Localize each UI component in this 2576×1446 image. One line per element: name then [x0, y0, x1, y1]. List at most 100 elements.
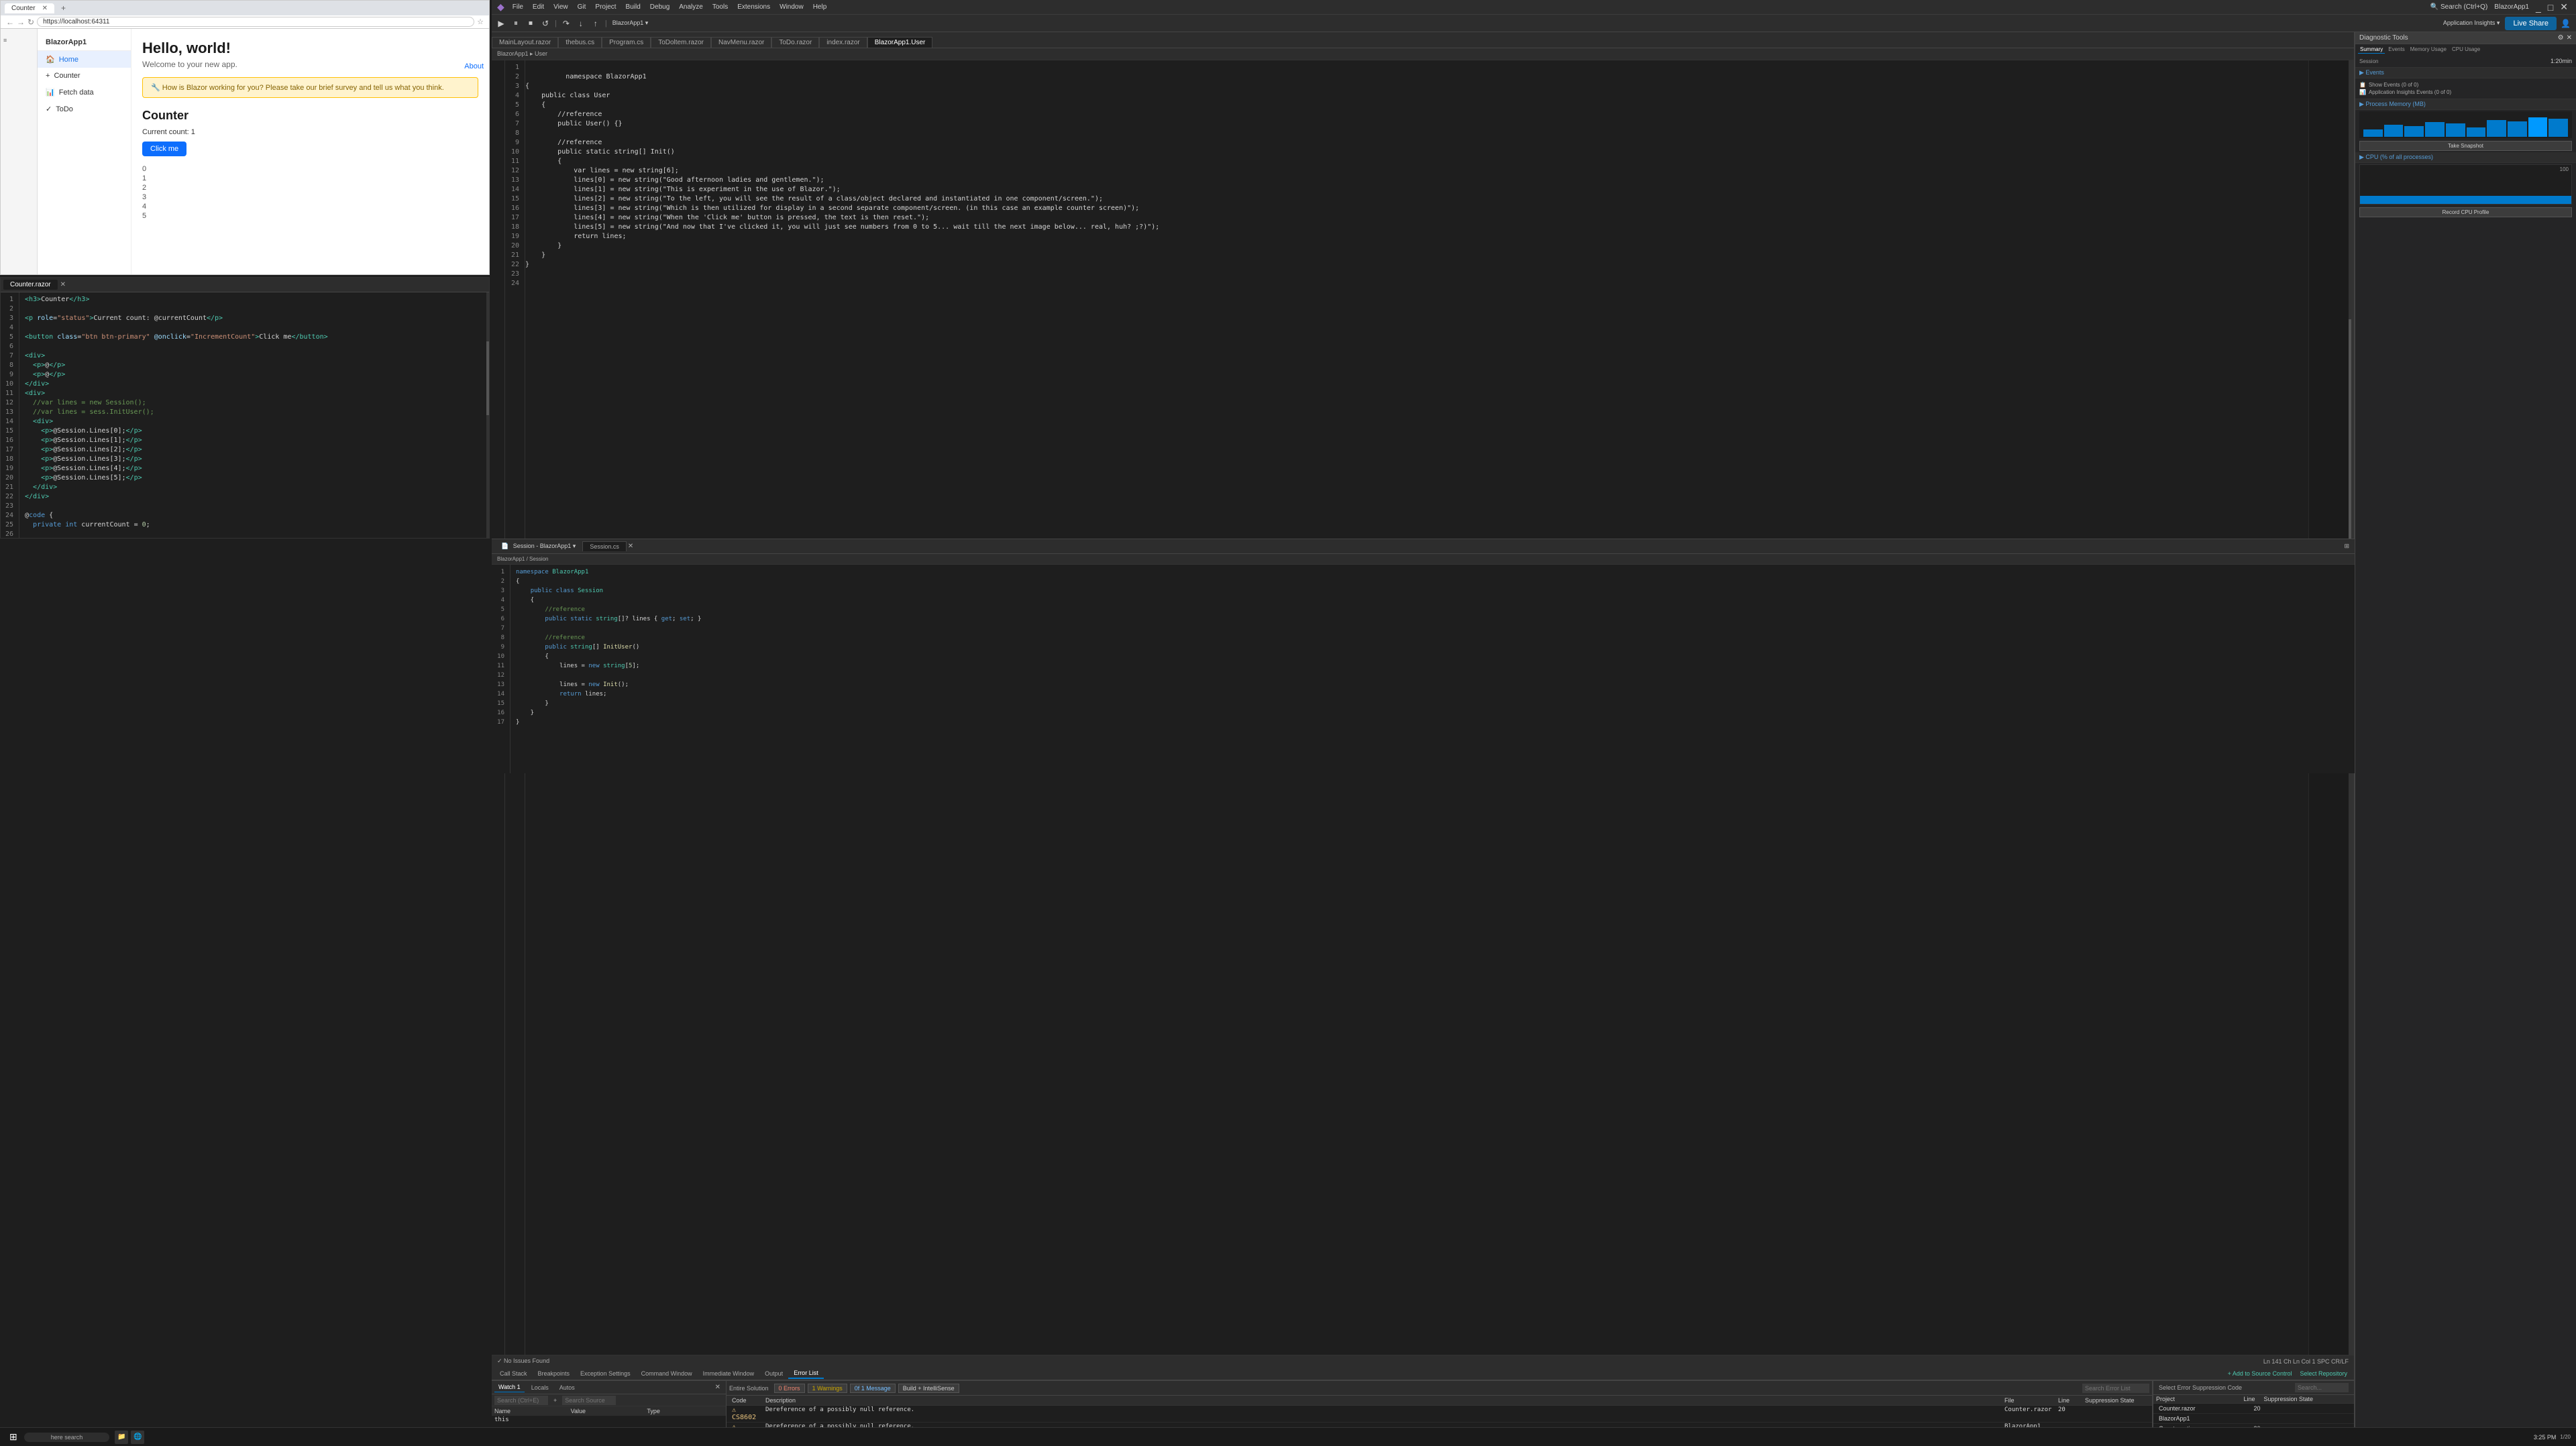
watch-tab-autos[interactable]: Autos	[555, 1383, 579, 1392]
back-btn[interactable]: ←	[6, 17, 14, 27]
summary-tab-memory[interactable]: Memory Usage	[2408, 46, 2449, 54]
menu-git[interactable]: Git	[574, 2, 590, 12]
toolbar-step-over[interactable]: ↷	[559, 17, 573, 30]
cpu-section[interactable]: ▶ CPU (% of all processes)	[2355, 152, 2576, 163]
tab-mainlayout[interactable]: MainLayout.razor	[492, 37, 558, 48]
tab-todoitem[interactable]: ToDoltem.razor	[651, 37, 711, 48]
nav-item-todo[interactable]: ✓ ToDo	[38, 101, 131, 117]
toolbar-stop[interactable]: ⏹	[524, 17, 537, 30]
user-icon[interactable]: 👤	[2558, 19, 2573, 28]
browser-tab[interactable]: Counter ✕	[5, 3, 54, 13]
add-source-control[interactable]: + Add to Source Control	[2224, 1370, 2296, 1377]
toolbar-debug-start[interactable]: ▶	[494, 17, 508, 30]
err-right-row-1[interactable]: Counter.razor 20	[2153, 1404, 2354, 1414]
process-selector[interactable]: BlazorApp1 ▾	[610, 19, 651, 27]
tab-thebus[interactable]: thebus.cs	[558, 37, 602, 48]
menu-extensions[interactable]: Extensions	[733, 2, 774, 12]
new-tab-btn[interactable]: +	[57, 2, 70, 14]
toolbar-step-into[interactable]: ↓	[574, 17, 588, 30]
click-me-button[interactable]: Click me	[142, 142, 186, 156]
memory-section[interactable]: ▶ Process Memory (MB)	[2355, 99, 2576, 110]
menu-debug[interactable]: Debug	[646, 2, 674, 12]
errors-btn[interactable]: 0 Errors	[774, 1384, 805, 1393]
gutter-line[interactable]	[492, 91, 504, 101]
err-right-row-2[interactable]: BlazorApp1	[2153, 1414, 2354, 1424]
close-btn[interactable]: ✕	[2557, 1, 2571, 13]
tab-navmenu[interactable]: NavMenu.razor	[711, 37, 771, 48]
summary-tab-events[interactable]: Events	[2386, 46, 2406, 54]
toolbar-step-out[interactable]: ↑	[589, 17, 602, 30]
application-insights[interactable]: Application Insights ▾	[2439, 19, 2504, 27]
search-taskbar[interactable]: here search	[24, 1433, 110, 1442]
summary-tab-cpu[interactable]: CPU Usage	[2450, 46, 2482, 54]
watch-add[interactable]: +	[551, 1397, 559, 1404]
menu-analyze[interactable]: Analyze	[675, 2, 707, 12]
close-tab-btn[interactable]: ✕	[60, 281, 66, 288]
session-tab-close[interactable]: ✕	[628, 543, 633, 550]
error-row-1[interactable]: ⚠ CS8602 Dereference of a possibly null …	[727, 1406, 2152, 1423]
diag-settings-icon[interactable]: ⚙	[2558, 34, 2564, 42]
tab-callstack[interactable]: Call Stack	[494, 1369, 533, 1378]
messages-btn[interactable]: 0f 1 Message	[850, 1384, 896, 1393]
error-search[interactable]	[2082, 1384, 2149, 1393]
select-repository[interactable]: Select Repository	[2296, 1370, 2351, 1377]
scroll-indicator[interactable]	[486, 292, 489, 538]
watch-tab-locals[interactable]: Locals	[527, 1383, 553, 1392]
menu-window[interactable]: Window	[775, 2, 808, 12]
record-cpu-btn[interactable]: Record CPU Profile	[2359, 207, 2572, 217]
code-text[interactable]: <h3>Counter</h3> <p role="status">Curren…	[19, 292, 486, 538]
session-actions[interactable]: ⊞	[2341, 543, 2352, 550]
err-right-search[interactable]	[2295, 1383, 2349, 1392]
watch-search-input[interactable]	[494, 1396, 548, 1405]
bookmark-btn[interactable]: ☆	[477, 17, 484, 26]
session-code-text[interactable]: namespace BlazorApp1 { public class Sess…	[511, 565, 2355, 773]
tab-exception[interactable]: Exception Settings	[575, 1369, 636, 1378]
address-input[interactable]	[37, 17, 474, 27]
tab-output[interactable]: Output	[759, 1369, 788, 1378]
watch-tab-1[interactable]: Watch 1	[494, 1382, 525, 1392]
menu-project[interactable]: Project	[591, 2, 620, 12]
max-btn[interactable]: □	[2545, 2, 2556, 13]
tab-blazorapp-user[interactable]: BlazorApp1.User	[867, 37, 933, 48]
warnings-btn[interactable]: 1 Warnings	[808, 1384, 847, 1393]
gutter-line[interactable]	[492, 63, 504, 72]
toolbar-pause[interactable]: ⏸	[509, 17, 523, 30]
watch-row[interactable]: this	[492, 1416, 726, 1424]
menu-view[interactable]: View	[549, 2, 572, 12]
refresh-btn[interactable]: ↻	[28, 17, 34, 27]
forward-btn[interactable]: →	[17, 17, 25, 27]
gutter-line[interactable]	[492, 72, 504, 82]
counter-razor-tab[interactable]: Counter.razor	[3, 280, 58, 290]
tab-errorlist[interactable]: Error List	[788, 1368, 824, 1379]
show-events-label[interactable]: Show Events (0 of 0)	[2369, 82, 2418, 88]
tab-program[interactable]: Program.cs	[602, 37, 651, 48]
browser-tab-close[interactable]: ✕	[42, 5, 48, 12]
diag-close-icon[interactable]: ✕	[2567, 34, 2572, 42]
live-share-btn[interactable]: Live Share	[2505, 17, 2557, 30]
tab-index[interactable]: index.razor	[819, 37, 867, 48]
tab-breakpoints[interactable]: Breakpoints	[533, 1369, 576, 1378]
nav-item-counter[interactable]: + Counter	[38, 68, 131, 84]
about-link[interactable]: About	[464, 62, 484, 70]
take-snapshot-btn[interactable]: Take Snapshot	[2359, 141, 2572, 151]
taskbar-vs-icon[interactable]: 📁	[115, 1431, 128, 1444]
session-cs-tab[interactable]: Session.cs	[582, 541, 627, 551]
tab-command[interactable]: Command Window	[636, 1369, 698, 1378]
menu-edit[interactable]: Edit	[529, 2, 548, 12]
events-section[interactable]: ▶ Events	[2355, 68, 2576, 78]
menu-file[interactable]: File	[508, 2, 527, 12]
summary-tab-summary[interactable]: Summary	[2358, 46, 2385, 54]
nav-item-fetchdata[interactable]: 📊 Fetch data	[38, 84, 131, 101]
toolbar-restart[interactable]: ↺	[539, 17, 552, 30]
app-insights-label[interactable]: Application Insights Events (0 of 0)	[2369, 89, 2451, 95]
tab-immediate[interactable]: Immediate Window	[698, 1369, 760, 1378]
min-btn[interactable]: _	[2533, 2, 2544, 13]
menu-tools[interactable]: Tools	[708, 2, 732, 12]
tab-todo[interactable]: ToDo.razor	[771, 37, 819, 48]
taskbar-chrome-icon[interactable]: 🌐	[131, 1431, 144, 1444]
watch-close[interactable]: ✕	[712, 1384, 723, 1391]
search-box[interactable]: 🔍 Search (Ctrl+Q)	[2428, 3, 2491, 11]
nav-item-home[interactable]: 🏠 Home	[38, 51, 131, 68]
menu-help[interactable]: Help	[809, 2, 831, 12]
build-btn[interactable]: Build + IntelliSense	[898, 1384, 959, 1393]
